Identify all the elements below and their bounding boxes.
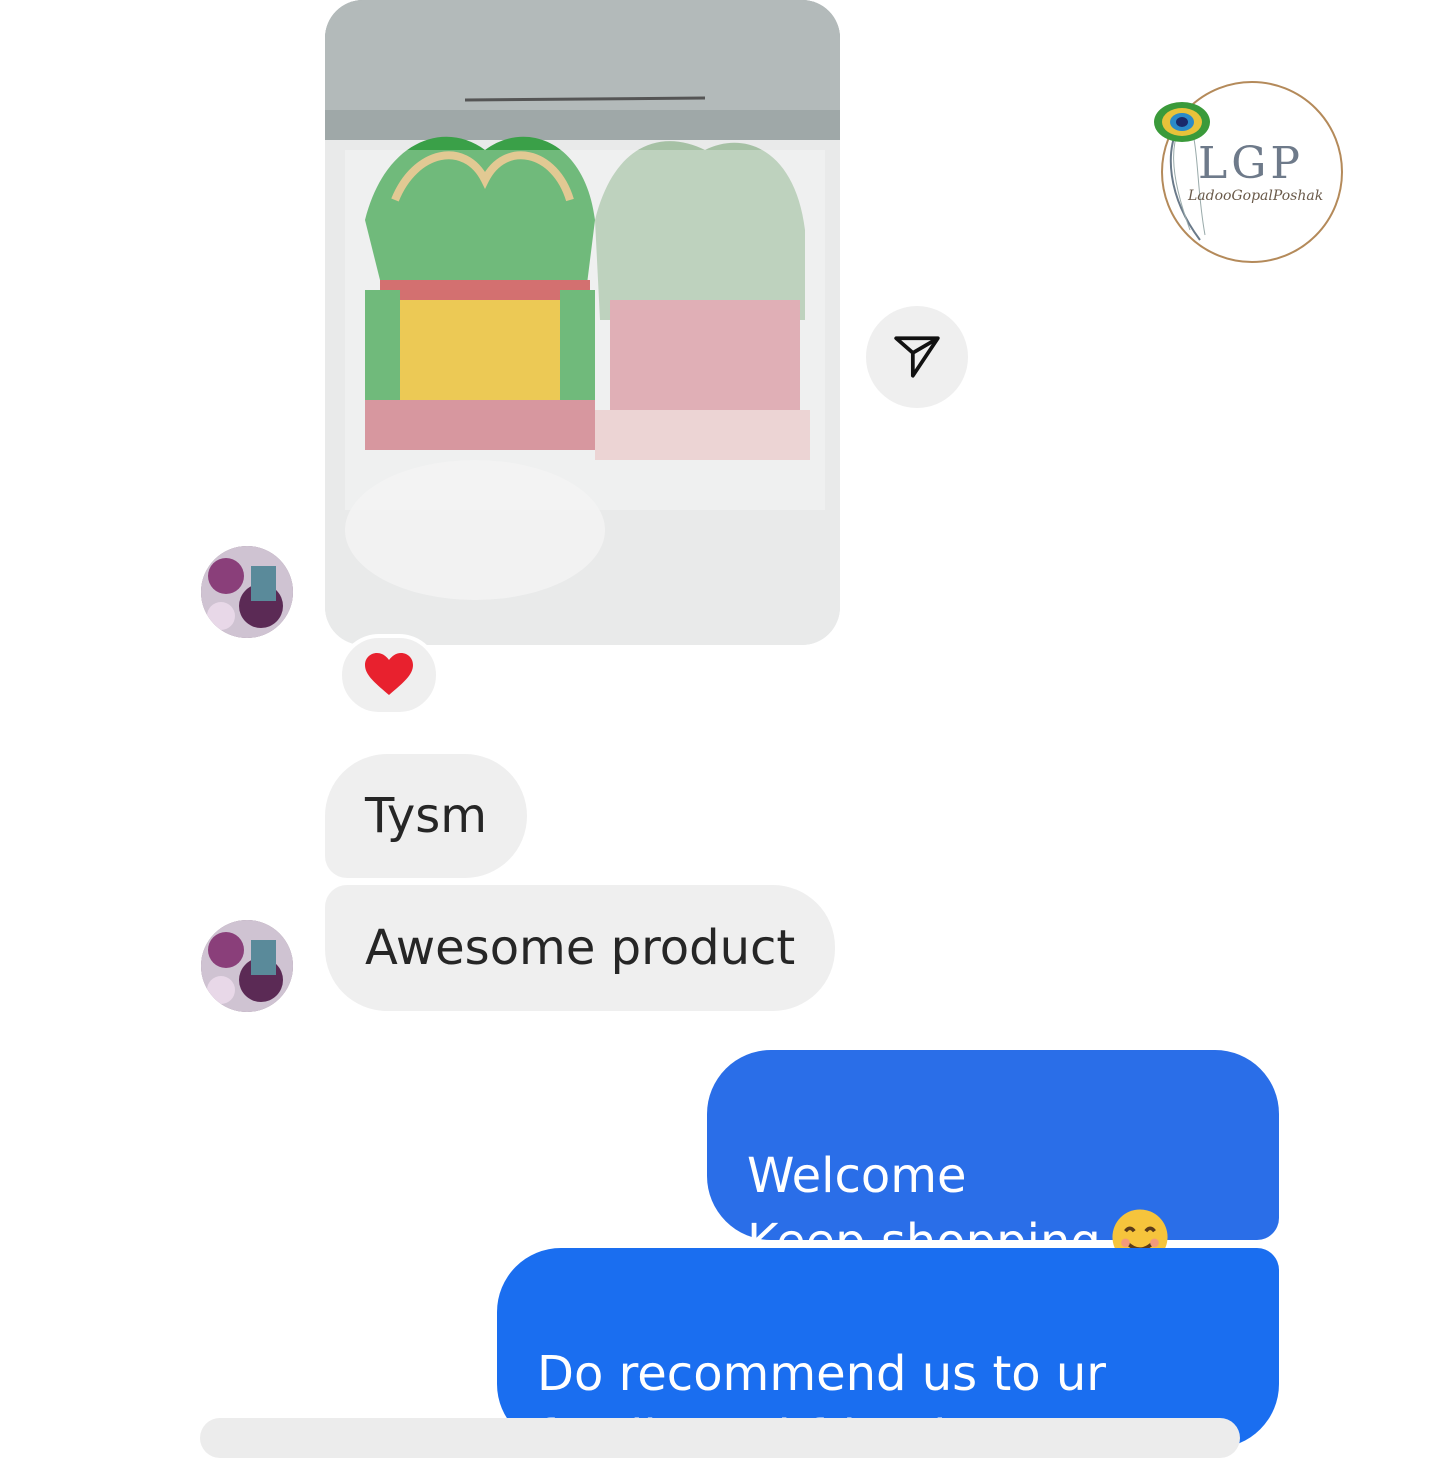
sent-message[interactable]: Welcome Keep shopping — [707, 1050, 1279, 1331]
received-message[interactable]: Tysm — [325, 754, 528, 878]
paper-plane-icon — [894, 336, 940, 378]
photo-attachment[interactable] — [325, 0, 840, 645]
heart-icon — [365, 653, 413, 695]
message-text: Tysm — [365, 788, 488, 844]
logo-initials: LGP — [1198, 138, 1304, 189]
received-message[interactable]: Awesome product — [325, 885, 836, 1011]
logo-script: LadooGopalPoshak — [1188, 188, 1324, 204]
sender-avatar[interactable] — [201, 546, 293, 638]
message-bubble-partial — [200, 1418, 1240, 1458]
sender-avatar[interactable] — [201, 920, 293, 1012]
brand-logo: LGP LadooGopalPoshak — [1140, 80, 1350, 265]
share-button[interactable] — [866, 306, 968, 408]
reaction-badge[interactable] — [338, 634, 440, 716]
message-text: Awesome product — [365, 920, 796, 976]
